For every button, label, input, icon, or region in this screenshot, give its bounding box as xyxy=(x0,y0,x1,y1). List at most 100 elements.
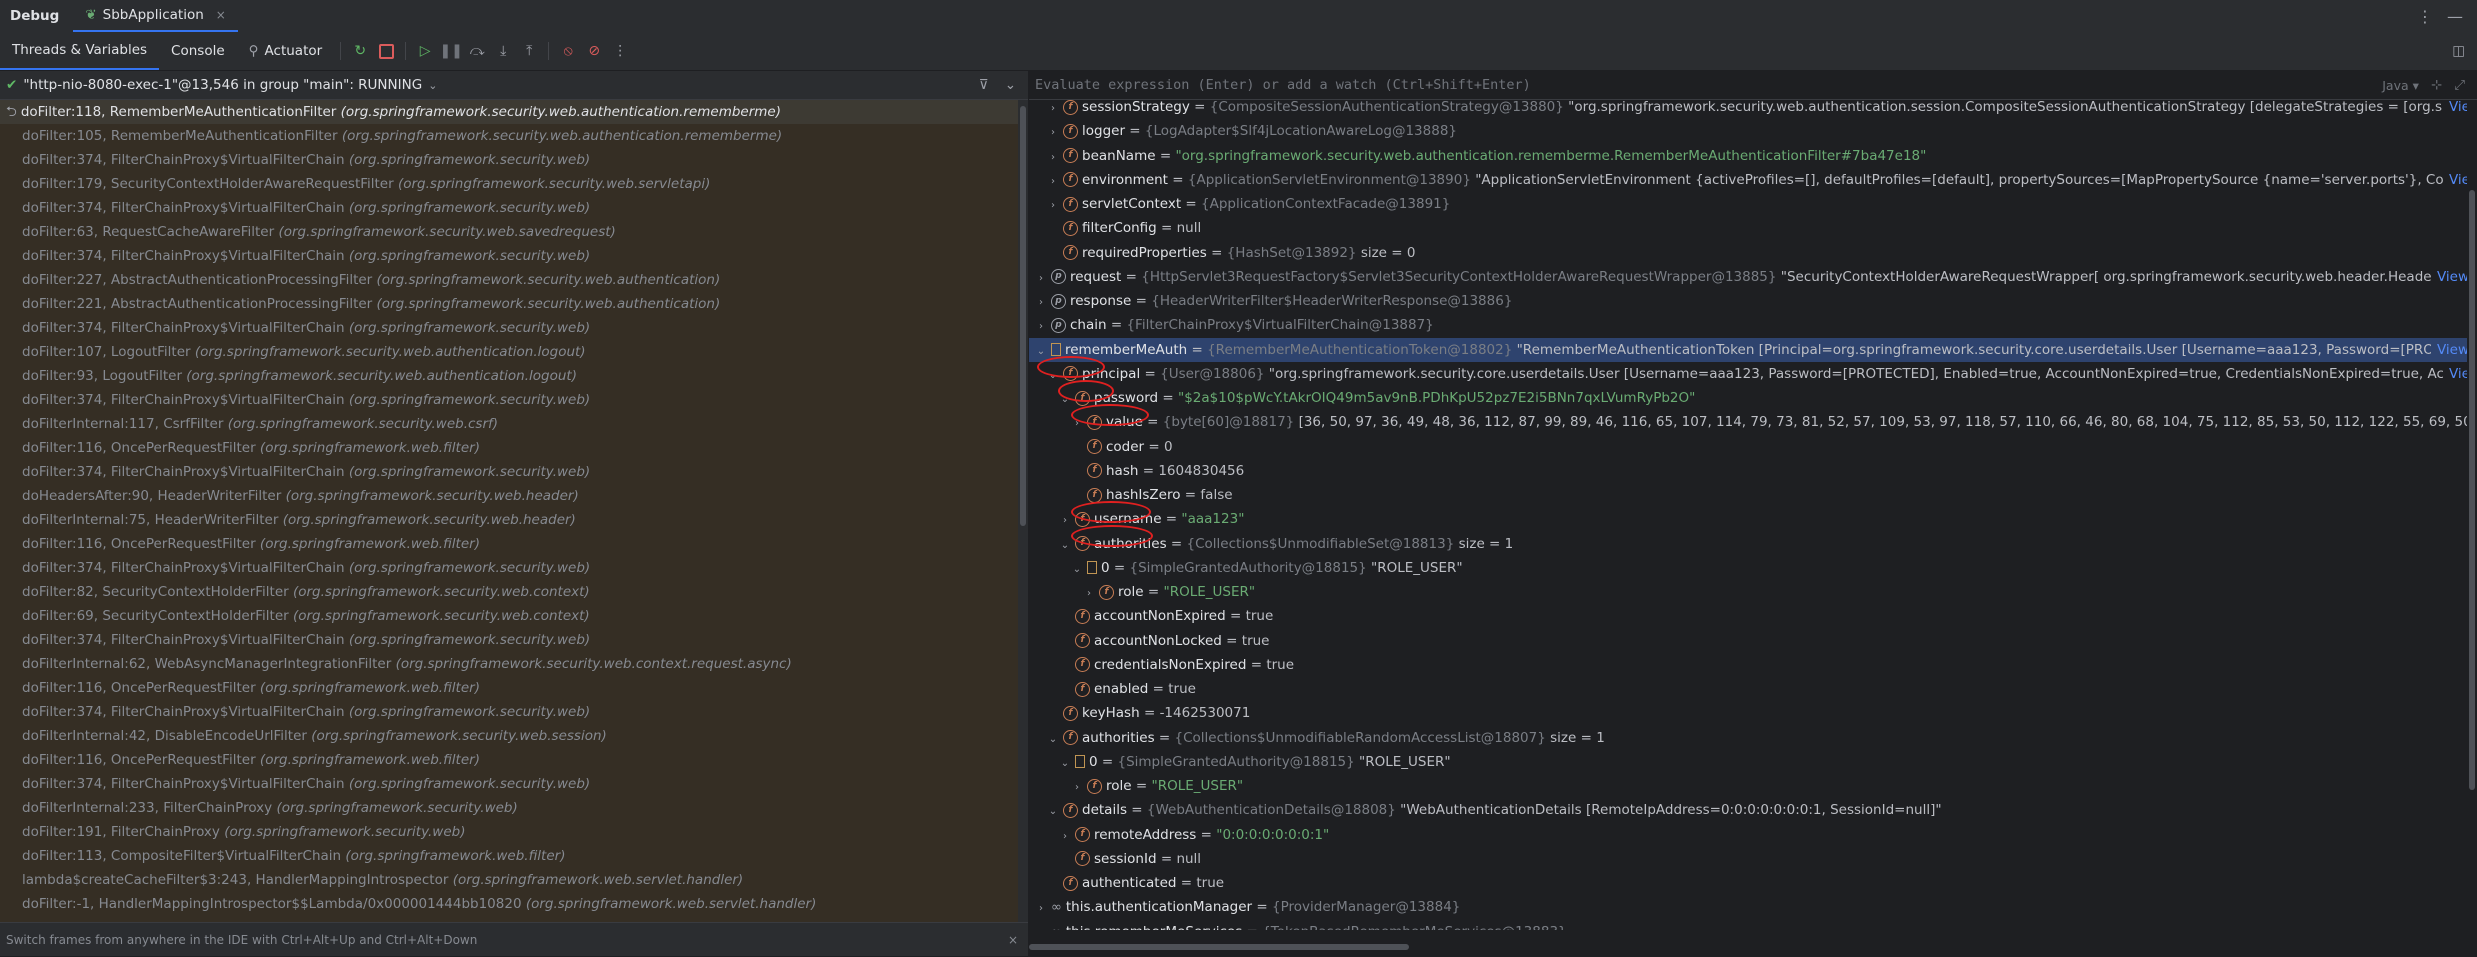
stack-frame[interactable]: doFilter:-1, HandlerMappingIntrospector$… xyxy=(0,892,1018,916)
stack-frame[interactable]: ⮌doFilter:118, RememberMeAuthenticationF… xyxy=(0,100,1018,124)
variable-row[interactable]: fhash = 1604830456 xyxy=(1029,459,2467,483)
more-actions-icon[interactable]: ⋮ xyxy=(609,40,631,62)
stack-frame[interactable]: doFilterInternal:117, CsrfFilter (org.sp… xyxy=(0,412,1018,436)
expand-toggle-icon[interactable]: › xyxy=(1035,267,1047,289)
minimize-icon[interactable]: — xyxy=(2447,7,2463,26)
variable-row[interactable]: ›∞this.authenticationManager = {Provider… xyxy=(1029,895,2467,919)
variable-row[interactable]: ›fsessionStrategy = {CompositeSessionAut… xyxy=(1029,100,2467,119)
variable-row[interactable]: fenabled = true xyxy=(1029,677,2467,701)
stack-frame[interactable]: doFilter:82, SecurityContextHolderFilter… xyxy=(0,580,1018,604)
variable-row[interactable]: ›flogger = {LogAdapter$Slf4jLocationAwar… xyxy=(1029,119,2467,143)
stack-frame[interactable]: doFilterInternal:62, WebAsyncManagerInte… xyxy=(0,652,1018,676)
view-link[interactable]: View xyxy=(2443,168,2467,192)
stack-frame[interactable]: doFilter:227, AbstractAuthenticationProc… xyxy=(0,268,1018,292)
variable-row[interactable]: ⌄fprincipal = {User@18806} "org.springfr… xyxy=(1029,362,2467,386)
stack-frame[interactable]: doFilter:116, OncePerRequestFilter (org.… xyxy=(0,748,1018,772)
stack-frame[interactable]: doFilter:374, FilterChainProxy$VirtualFi… xyxy=(0,628,1018,652)
variable-row[interactable]: fcredentialsNonExpired = true xyxy=(1029,653,2467,677)
expand-toggle-icon[interactable]: ⌄ xyxy=(1059,752,1071,774)
stack-frame[interactable]: doFilter:374, FilterChainProxy$VirtualFi… xyxy=(0,460,1018,484)
stack-frame[interactable]: doFilter:374, FilterChainProxy$VirtualFi… xyxy=(0,388,1018,412)
stack-frame[interactable]: doFilter:374, FilterChainProxy$VirtualFi… xyxy=(0,700,1018,724)
expand-toggle-icon[interactable]: › xyxy=(1035,291,1047,313)
expand-toggle-icon[interactable]: › xyxy=(1047,121,1059,143)
variable-row[interactable]: ffilterConfig = null xyxy=(1029,216,2467,240)
expand-toggle-icon[interactable]: › xyxy=(1047,194,1059,216)
variable-row[interactable]: ⌄fdetails = {WebAuthenticationDetails@18… xyxy=(1029,798,2467,822)
variable-row[interactable]: ›pchain = {FilterChainProxy$VirtualFilte… xyxy=(1029,313,2467,337)
rerun-icon[interactable]: ↻ xyxy=(349,40,371,62)
variable-row[interactable]: fauthenticated = true xyxy=(1029,871,2467,895)
view-breakpoints-icon[interactable]: ⦸ xyxy=(557,40,579,62)
expand-toggle-icon[interactable]: › xyxy=(1059,509,1071,531)
tab-console[interactable]: Console xyxy=(159,32,237,70)
variable-row[interactable]: fsessionId = null xyxy=(1029,847,2467,871)
stack-frame[interactable]: doFilter:113, CompositeFilter$VirtualFil… xyxy=(0,844,1018,868)
language-selector[interactable]: Java ▾ xyxy=(2382,78,2431,93)
variable-row[interactable]: ›fremoteAddress = "0:0:0:0:0:0:0:1" xyxy=(1029,823,2467,847)
stop-icon[interactable] xyxy=(375,40,397,62)
frames-scrollbar[interactable] xyxy=(1018,100,1028,922)
variable-row[interactable]: fkeyHash = -1462530071 xyxy=(1029,701,2467,725)
add-watch-icon[interactable]: ⊹ xyxy=(2431,77,2442,93)
stack-frame[interactable]: lambda$createCacheFilter$3:243, HandlerM… xyxy=(0,868,1018,892)
close-hint-icon[interactable]: × xyxy=(1008,923,1018,957)
variable-row[interactable]: ›∞this.rememberMeServices = {TokenBasedR… xyxy=(1029,920,2467,931)
variable-row[interactable]: ⌄rememberMeAuth = {RememberMeAuthenticat… xyxy=(1029,338,2467,362)
variable-row[interactable]: ⌄0 = {SimpleGrantedAuthority@18815} "ROL… xyxy=(1029,750,2467,774)
variable-row[interactable]: ›fservletContext = {ApplicationContextFa… xyxy=(1029,192,2467,216)
stack-frame[interactable]: doFilter:116, OncePerRequestFilter (org.… xyxy=(0,436,1018,460)
step-into-icon[interactable]: ⤓ xyxy=(492,40,514,62)
stack-frame[interactable]: doFilter:221, AbstractAuthenticationProc… xyxy=(0,292,1018,316)
expand-toggle-icon[interactable]: ⌄ xyxy=(1059,534,1071,556)
stack-frame[interactable]: doHeadersAfter:90, HeaderWriterFilter (o… xyxy=(0,484,1018,508)
stack-frame[interactable]: doFilter:191, FilterChainProxy (org.spri… xyxy=(0,820,1018,844)
dropdown-icon[interactable]: ⌄ xyxy=(1005,77,1016,93)
variable-row[interactable]: ⌄fpassword = "$2a$10$pWcY.tAkrOIQ49m5av9… xyxy=(1029,386,2467,410)
expand-toggle-icon[interactable]: › xyxy=(1047,100,1059,119)
stack-frame[interactable]: doFilter:374, FilterChainProxy$VirtualFi… xyxy=(0,196,1018,220)
layout-settings-icon[interactable]: ◫ xyxy=(2452,43,2477,59)
variable-row[interactable]: ›fenvironment = {ApplicationServletEnvir… xyxy=(1029,168,2467,192)
tab-actuator[interactable]: ⚲ Actuator xyxy=(237,32,335,70)
stack-frame[interactable]: doFilter:107, LogoutFilter (org.springfr… xyxy=(0,340,1018,364)
evaluate-expression-field[interactable]: Evaluate expression (Enter) or add a wat… xyxy=(1029,71,2477,100)
variable-row[interactable]: ›frole = "ROLE_USER" xyxy=(1029,774,2467,798)
expand-toggle-icon[interactable]: › xyxy=(1083,582,1095,604)
expand-toggle-icon[interactable]: › xyxy=(1059,825,1071,847)
step-over-icon[interactable]: ⤼ xyxy=(466,40,488,62)
thread-selector[interactable]: ✔ "http-nio-8080-exec-1"@13,546 in group… xyxy=(0,71,1028,100)
variable-row[interactable]: fcoder = 0 xyxy=(1029,435,2467,459)
session-tab-sbbapplication[interactable]: ❦ SbbApplication × xyxy=(73,0,238,32)
variable-row[interactable]: ›presponse = {HeaderWriterFilter$HeaderW… xyxy=(1029,289,2467,313)
expand-toggle-icon[interactable]: › xyxy=(1047,146,1059,168)
view-link[interactable]: View xyxy=(2443,362,2467,386)
expand-toggle-icon[interactable]: ⌄ xyxy=(1047,728,1059,750)
expand-toggle-icon[interactable]: › xyxy=(1071,776,1083,798)
scroll-thumb[interactable] xyxy=(1020,106,1026,526)
stack-frame[interactable]: doFilter:179, SecurityContextHolderAware… xyxy=(0,172,1018,196)
stack-frame[interactable]: doFilterInternal:233, FilterChainProxy (… xyxy=(0,796,1018,820)
filter-icon[interactable]: ⊽ xyxy=(979,77,989,93)
variable-row[interactable]: ›fusername = "aaa123" xyxy=(1029,507,2467,531)
stack-frame[interactable]: doFilter:374, FilterChainProxy$VirtualFi… xyxy=(0,772,1018,796)
scroll-thumb[interactable] xyxy=(2469,190,2475,790)
stack-frame[interactable]: doFilterInternal:42, DisableEncodeUrlFil… xyxy=(0,724,1018,748)
variable-row[interactable]: ⌄fauthorities = {Collections$Unmodifiabl… xyxy=(1029,532,2467,556)
stack-frame[interactable]: doFilter:93, LogoutFilter (org.springfra… xyxy=(0,364,1018,388)
expand-icon[interactable]: ⤢ xyxy=(2454,77,2465,93)
variable-row[interactable]: ⌄0 = {SimpleGrantedAuthority@18815} "ROL… xyxy=(1029,556,2467,580)
step-out-icon[interactable]: ⤒ xyxy=(518,40,540,62)
variable-row[interactable]: ›prequest = {HttpServlet3RequestFactory$… xyxy=(1029,265,2467,289)
view-link[interactable]: View xyxy=(2431,338,2467,362)
expand-toggle-icon[interactable]: › xyxy=(1035,897,1047,919)
stack-frame[interactable]: doFilter:116, OncePerRequestFilter (org.… xyxy=(0,676,1018,700)
expand-toggle-icon[interactable]: › xyxy=(1035,922,1047,931)
mute-breakpoints-icon[interactable]: ⊘ xyxy=(583,40,605,62)
tab-threads-variables[interactable]: Threads & Variables xyxy=(0,32,159,70)
resume-icon[interactable]: ▷ xyxy=(414,40,436,62)
pause-icon[interactable]: ❚❚ xyxy=(440,40,462,62)
stack-frame[interactable]: doFilter:63, RequestCacheAwareFilter (or… xyxy=(0,220,1018,244)
variable-row[interactable]: frequiredProperties = {HashSet@13892} si… xyxy=(1029,241,2467,265)
variable-row[interactable]: faccountNonLocked = true xyxy=(1029,629,2467,653)
